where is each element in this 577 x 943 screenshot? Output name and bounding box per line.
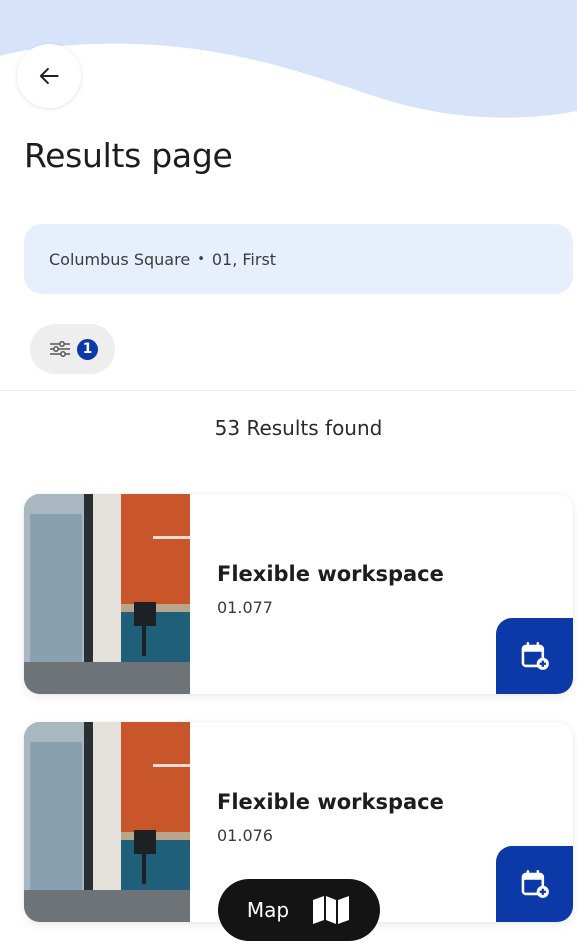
- book-button[interactable]: [496, 618, 573, 694]
- calendar-plus-icon: [521, 641, 549, 670]
- map-icon: [313, 896, 350, 924]
- result-card[interactable]: Flexible workspace 01.077: [24, 494, 573, 694]
- card-title: Flexible workspace: [217, 790, 444, 814]
- location-separator: •: [197, 251, 205, 267]
- book-button[interactable]: [496, 846, 573, 922]
- results-count: 53 Results found: [214, 416, 383, 440]
- sliders-icon: [50, 341, 70, 357]
- header-wave-background: [0, 0, 577, 118]
- filter-count-badge: 1: [77, 338, 98, 360]
- location-selector[interactable]: Columbus Square • 01, First: [24, 224, 573, 294]
- location-floor: 01, First: [211, 249, 277, 269]
- arrow-left-icon: [39, 67, 59, 85]
- card-room-id: 01.076: [217, 826, 273, 845]
- workspace-photo: [24, 722, 190, 922]
- card-room-id: 01.077: [217, 598, 273, 617]
- back-button[interactable]: [17, 44, 81, 108]
- divider: [0, 390, 577, 391]
- location-building: Columbus Square: [49, 249, 191, 269]
- card-title: Flexible workspace: [217, 562, 444, 586]
- map-button[interactable]: Map: [218, 879, 380, 941]
- workspace-photo: [24, 494, 190, 694]
- page-title: Results page: [24, 136, 233, 175]
- calendar-plus-icon: [521, 869, 549, 898]
- map-button-label: Map: [246, 898, 290, 922]
- filter-button[interactable]: 1: [30, 324, 115, 374]
